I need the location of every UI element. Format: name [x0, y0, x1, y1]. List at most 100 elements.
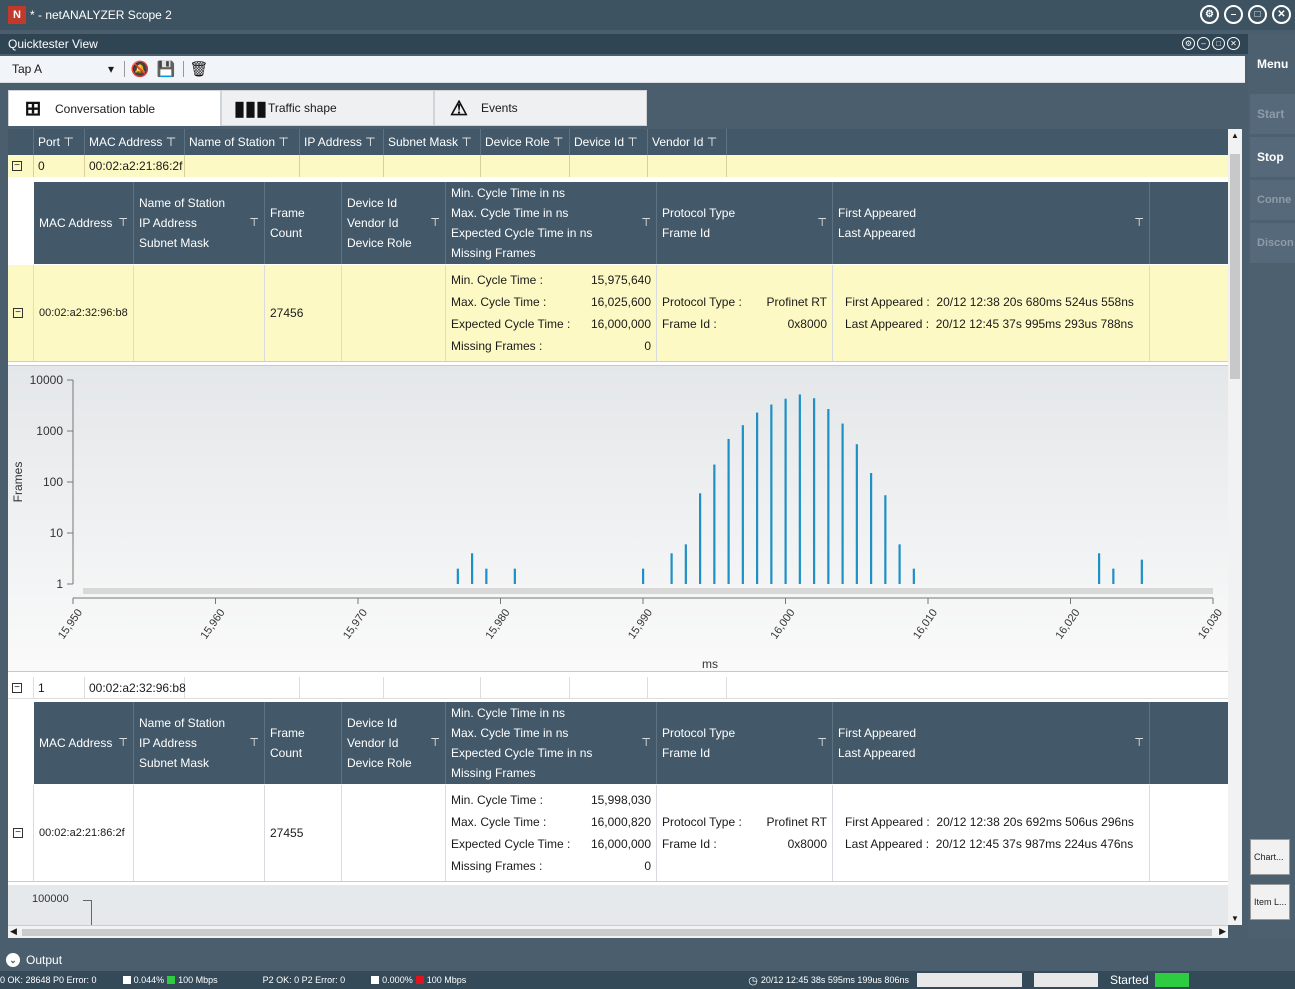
- column-header-mac[interactable]: MAC Address ⊤: [85, 129, 185, 155]
- frame-count-cell: 27456: [265, 265, 342, 361]
- settings-icon[interactable]: ⚙: [1200, 5, 1219, 24]
- filter-icon[interactable]: ⊤: [817, 733, 827, 753]
- filter-icon[interactable]: ⊤: [118, 213, 128, 233]
- chart-button[interactable]: Chart...: [1250, 839, 1290, 875]
- filter-icon[interactable]: ⊤: [430, 213, 440, 233]
- subheader-frame-count[interactable]: Frame Count: [265, 182, 342, 264]
- protocol-cell: Protocol Type : Profinet RT Frame Id : 0x8…: [657, 785, 833, 881]
- filter-icon[interactable]: ⊤: [118, 733, 128, 753]
- p0-load: 0.044%: [133, 975, 165, 985]
- subheader-appeared[interactable]: First Appeared Last Appeared ⊤: [833, 182, 1150, 264]
- group-row[interactable]: − 0 00:02:a2:21:86:2f: [8, 155, 1228, 177]
- scroll-down-icon[interactable]: ▼: [1231, 914, 1239, 923]
- run-state: Started: [1109, 973, 1149, 987]
- save-icon[interactable]: 💾: [155, 59, 177, 79]
- filter-icon[interactable]: ⊤: [641, 213, 651, 233]
- filter-icon[interactable]: ⊤: [1134, 213, 1144, 233]
- connect-button[interactable]: Conne: [1250, 180, 1295, 220]
- panel-minimize-icon[interactable]: –: [1197, 37, 1210, 50]
- collapse-icon[interactable]: −: [13, 308, 23, 318]
- expand-toggle[interactable]: −: [8, 155, 34, 177]
- filter-icon[interactable]: ⊤: [166, 135, 176, 149]
- filter-icon[interactable]: ⊤: [249, 733, 259, 753]
- start-button[interactable]: Start: [1250, 94, 1295, 134]
- filter-icon[interactable]: ⊤: [641, 733, 651, 753]
- appeared-cell: First Appeared : 20/12 12:38 20s 680ms 5…: [833, 265, 1150, 361]
- clear-icon[interactable]: 🗑: [188, 59, 210, 79]
- column-header-ip[interactable]: IP Address ⊤: [300, 129, 384, 155]
- panel-maximize-icon[interactable]: □: [1212, 37, 1225, 50]
- filter-icon[interactable]: ⊤: [430, 733, 440, 753]
- horizontal-scrollbar[interactable]: ◀ ▶: [8, 925, 1228, 938]
- minimize-icon[interactable]: –: [1224, 5, 1243, 24]
- collapse-icon[interactable]: −: [12, 682, 22, 693]
- subheader-mac[interactable]: MAC Address ⊤: [34, 182, 134, 264]
- subheader-appeared[interactable]: First Appeared Last Appeared ⊤: [833, 702, 1150, 784]
- chevron-down-icon[interactable]: ⌄: [6, 953, 20, 967]
- detail-row[interactable]: − 00:02:a2:32:96:b8 27456 Min. Cycle Tim…: [8, 265, 1228, 362]
- filter-icon[interactable]: ⊤: [627, 135, 637, 149]
- quicktester-header: Quicktester View ⚙ – □ ✕: [0, 34, 1248, 54]
- disconnect-button[interactable]: Discon: [1250, 223, 1295, 263]
- vertical-scrollbar[interactable]: ▲ ▼: [1228, 129, 1242, 925]
- mac-cell: 00:02:a2:21:86:2f: [34, 785, 134, 881]
- group-row[interactable]: − 1 00:02:a2:32:96:b8: [8, 676, 1228, 699]
- column-header-subnet[interactable]: Subnet Mask ⊤: [384, 129, 481, 155]
- bell-off-icon[interactable]: 🔕: [129, 59, 151, 79]
- collapse-icon[interactable]: −: [13, 828, 23, 838]
- expand-toggle[interactable]: −: [8, 265, 34, 361]
- collapse-icon[interactable]: −: [12, 161, 22, 171]
- column-header-port[interactable]: Port ⊤: [34, 129, 85, 155]
- network-icon: ⊞: [24, 98, 42, 120]
- frame-count-cell: 27455: [265, 785, 342, 881]
- panel-settings-icon[interactable]: ⚙: [1182, 37, 1195, 50]
- filter-icon[interactable]: ⊤: [553, 135, 563, 149]
- cycle-label: Missing Frames :: [451, 339, 543, 353]
- tap-select[interactable]: Tap A ▾: [8, 59, 118, 79]
- tab-traffic-shape[interactable]: ▮▮▮ Traffic shape: [221, 90, 434, 126]
- scroll-right-icon[interactable]: ▶: [1219, 926, 1226, 937]
- filter-icon[interactable]: ⊤: [249, 213, 259, 233]
- tab-conversation-table[interactable]: ⊞ Conversation table: [8, 90, 221, 126]
- xtick-label: 16,030: [1196, 607, 1225, 641]
- menu-button[interactable]: Menu: [1250, 44, 1295, 84]
- subheader-cycle[interactable]: Min. Cycle Time in ns Max. Cycle Time in …: [446, 182, 657, 264]
- subheader-label: Subnet Mask: [139, 756, 210, 770]
- column-header-vendor-id[interactable]: Vendor Id ⊤: [648, 129, 727, 155]
- filter-icon[interactable]: ⊤: [1134, 733, 1144, 753]
- column-header-device-id[interactable]: Device Id ⊤: [570, 129, 648, 155]
- subheader-protocol[interactable]: Protocol Type Frame Id ⊤: [657, 702, 833, 784]
- vertical-scroll-thumb[interactable]: [1230, 154, 1240, 379]
- filter-icon[interactable]: ⊤: [278, 135, 288, 149]
- tab-events[interactable]: ⚠ Events: [434, 90, 647, 126]
- item-list-button[interactable]: Item L...: [1250, 884, 1290, 920]
- subheader-device[interactable]: Device Id Vendor Id Device Role ⊤: [342, 182, 446, 264]
- column-header-station[interactable]: Name of Station ⊤: [185, 129, 300, 155]
- subheader-label: Frame Id: [662, 746, 711, 760]
- filter-icon[interactable]: ⊤: [63, 135, 73, 149]
- filter-icon[interactable]: ⊤: [707, 135, 717, 149]
- detail-row[interactable]: − 00:02:a2:21:86:2f 27455 Min. Cycle Tim…: [8, 785, 1228, 882]
- subheader-label: Min. Cycle Time in ns: [451, 186, 566, 200]
- expand-toggle[interactable]: −: [8, 785, 34, 881]
- output-panel-header[interactable]: ⌄ Output: [0, 950, 1295, 970]
- panel-close-icon[interactable]: ✕: [1227, 37, 1240, 50]
- subheader-station[interactable]: Name of Station IP Address Subnet Mask ⊤: [134, 182, 265, 264]
- column-header-role[interactable]: Device Role ⊤: [481, 129, 570, 155]
- filter-icon[interactable]: ⊤: [817, 213, 827, 233]
- filter-icon[interactable]: ⊤: [365, 135, 375, 149]
- subheader-frame-count[interactable]: Frame Count: [265, 702, 342, 784]
- scroll-up-icon[interactable]: ▲: [1231, 131, 1239, 140]
- subheader-mac[interactable]: MAC Address ⊤: [34, 702, 134, 784]
- subheader-cycle[interactable]: Min. Cycle Time in ns Max. Cycle Time in …: [446, 702, 657, 784]
- maximize-icon[interactable]: □: [1248, 5, 1267, 24]
- subheader-protocol[interactable]: Protocol Type Frame Id ⊤: [657, 182, 833, 264]
- close-icon[interactable]: ✕: [1272, 5, 1291, 24]
- expand-toggle[interactable]: −: [8, 676, 34, 699]
- scroll-left-icon[interactable]: ◀: [10, 926, 17, 937]
- subheader-station[interactable]: Name of Station IP Address Subnet Mask ⊤: [134, 702, 265, 784]
- stop-button[interactable]: Stop: [1250, 137, 1295, 177]
- horizontal-scroll-thumb[interactable]: [22, 929, 1212, 936]
- subheader-device[interactable]: Device Id Vendor Id Device Role ⊤: [342, 702, 446, 784]
- filter-icon[interactable]: ⊤: [461, 135, 471, 149]
